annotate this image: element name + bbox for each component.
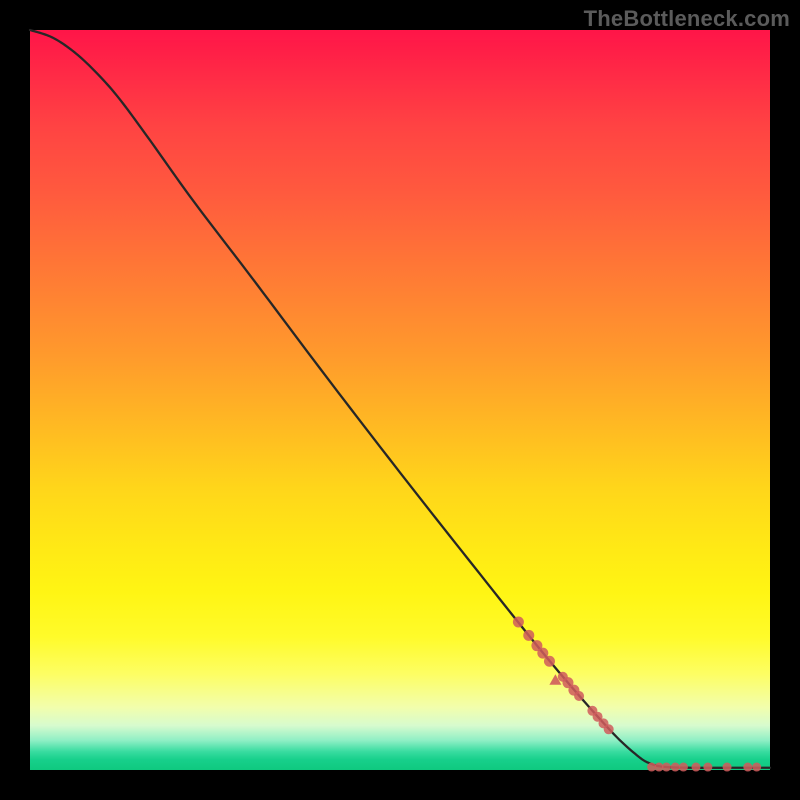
chart-svg — [30, 30, 770, 770]
data-point — [523, 630, 534, 641]
data-point — [752, 763, 761, 772]
data-point — [679, 763, 688, 772]
attribution-label: TheBottleneck.com — [584, 6, 790, 32]
plot-area — [30, 30, 770, 770]
data-point — [671, 763, 680, 772]
data-point — [604, 724, 614, 734]
scatter-points — [513, 617, 761, 772]
data-point — [703, 763, 712, 772]
data-point — [513, 617, 524, 628]
data-point — [743, 763, 752, 772]
data-point — [662, 763, 671, 772]
data-point — [574, 691, 584, 701]
data-point — [544, 656, 555, 667]
bottleneck-curve — [30, 30, 770, 768]
data-point — [692, 763, 701, 772]
data-point — [723, 763, 732, 772]
